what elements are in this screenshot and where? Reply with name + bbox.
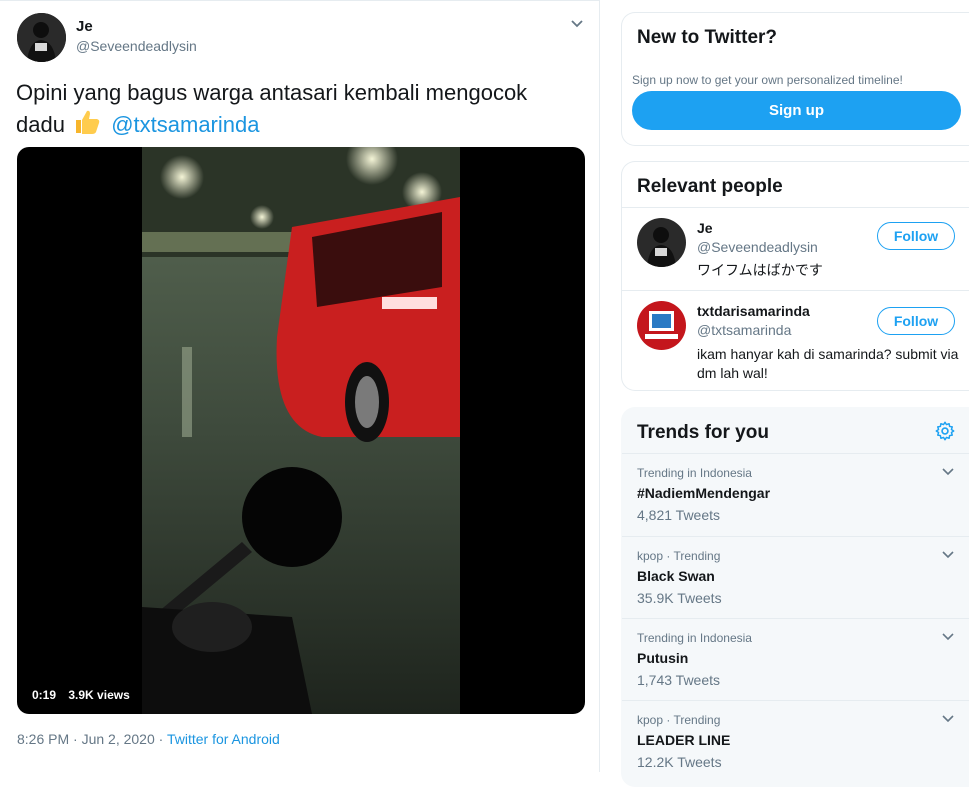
video-player[interactable]: 0:19 3.9K views xyxy=(17,147,585,714)
trend-item[interactable]: Trending in Indonesia #NadiemMendengar 4… xyxy=(622,454,969,536)
person-avatar[interactable] xyxy=(637,301,686,350)
author-name[interactable]: Je xyxy=(76,18,93,35)
trend-context: Trending in Indonesia xyxy=(637,466,752,480)
trend-count: 4,821 Tweets xyxy=(637,507,721,523)
trend-count: 1,743 Tweets xyxy=(637,672,721,688)
chevron-down-icon[interactable] xyxy=(568,15,586,33)
person-handle[interactable]: @Seveendeadlysin xyxy=(697,239,818,255)
trends-title: Trends for you xyxy=(637,422,769,443)
trend-item[interactable]: kpop · Trending Black Swan 35.9K Tweets xyxy=(622,537,969,619)
author-avatar[interactable] xyxy=(17,13,66,62)
video-views: 3.9K views xyxy=(68,688,130,702)
trend-item[interactable]: Trending in Indonesia Putusin 1,743 Twee… xyxy=(622,619,969,701)
person-name[interactable]: txtdarisamarinda xyxy=(697,303,810,319)
tweet-footer: 8:26 PM · Jun 2, 2020 · Twitter for Andr… xyxy=(17,731,280,747)
trend-count: 12.2K Tweets xyxy=(637,754,722,770)
person-name[interactable]: Je xyxy=(697,220,713,236)
tweet-source[interactable]: Twitter for Android xyxy=(167,731,280,747)
tweet-text: Opini yang bagus warga antasari kembali … xyxy=(16,77,576,140)
video-frame xyxy=(142,147,460,714)
chevron-down-icon[interactable] xyxy=(940,711,956,727)
mention-link[interactable]: @txtsamarinda xyxy=(111,112,259,137)
person-item[interactable]: txtdarisamarinda @txtsamarinda ikam hany… xyxy=(622,291,969,391)
tweet-detail: Je @Seveendeadlysin Opini yang bagus war… xyxy=(0,0,600,772)
person-item[interactable]: Je @Seveendeadlysin ワイフムはばかです Follow xyxy=(622,208,969,290)
trend-count: 35.9K Tweets xyxy=(637,590,722,606)
author-handle[interactable]: @Seveendeadlysin xyxy=(76,38,197,54)
tweet-timestamp[interactable]: 8:26 PM · Jun 2, 2020 xyxy=(17,731,155,747)
trend-context: kpop · Trending xyxy=(637,549,721,563)
new-to-twitter-title: New to Twitter? xyxy=(637,27,778,48)
relevant-people-title: Relevant people xyxy=(637,176,783,197)
video-duration: 0:19 xyxy=(32,688,57,702)
footer-sep: · xyxy=(158,731,164,747)
video-meta: 0:19 3.9K views xyxy=(32,688,139,702)
trend-name[interactable]: Putusin xyxy=(637,650,688,666)
person-handle[interactable]: @txtsamarinda xyxy=(697,322,791,338)
chevron-down-icon[interactable] xyxy=(940,629,956,645)
signup-button[interactable]: Sign up xyxy=(632,91,961,130)
relevant-people-card: Relevant people Je @Seveendeadlysin ワイフム… xyxy=(621,161,969,391)
trend-name[interactable]: LEADER LINE xyxy=(637,732,730,748)
person-avatar[interactable] xyxy=(637,218,686,267)
new-to-twitter-card: New to Twitter? Sign up now to get your … xyxy=(621,12,969,146)
gear-icon[interactable] xyxy=(934,420,956,442)
thumbs-up-icon xyxy=(76,110,100,134)
trend-name[interactable]: #NadiemMendengar xyxy=(637,485,770,501)
new-to-twitter-subtitle: Sign up now to get your own personalized… xyxy=(632,73,903,87)
person-bio: ikam hanyar kah di samarinda? submit via… xyxy=(697,346,959,381)
trend-name[interactable]: Black Swan xyxy=(637,568,715,584)
person-bio: ワイフムはばかです xyxy=(697,262,823,278)
trend-context: Trending in Indonesia xyxy=(637,631,752,645)
follow-button[interactable]: Follow xyxy=(877,307,955,335)
trend-context: kpop · Trending xyxy=(637,713,721,727)
follow-button[interactable]: Follow xyxy=(877,222,955,250)
trend-item[interactable]: kpop · Trending LEADER LINE 12.2K Tweets xyxy=(622,701,969,783)
trends-card: Trends for you Trending in Indonesia #Na… xyxy=(621,407,969,787)
chevron-down-icon[interactable] xyxy=(940,464,956,480)
chevron-down-icon[interactable] xyxy=(940,547,956,563)
